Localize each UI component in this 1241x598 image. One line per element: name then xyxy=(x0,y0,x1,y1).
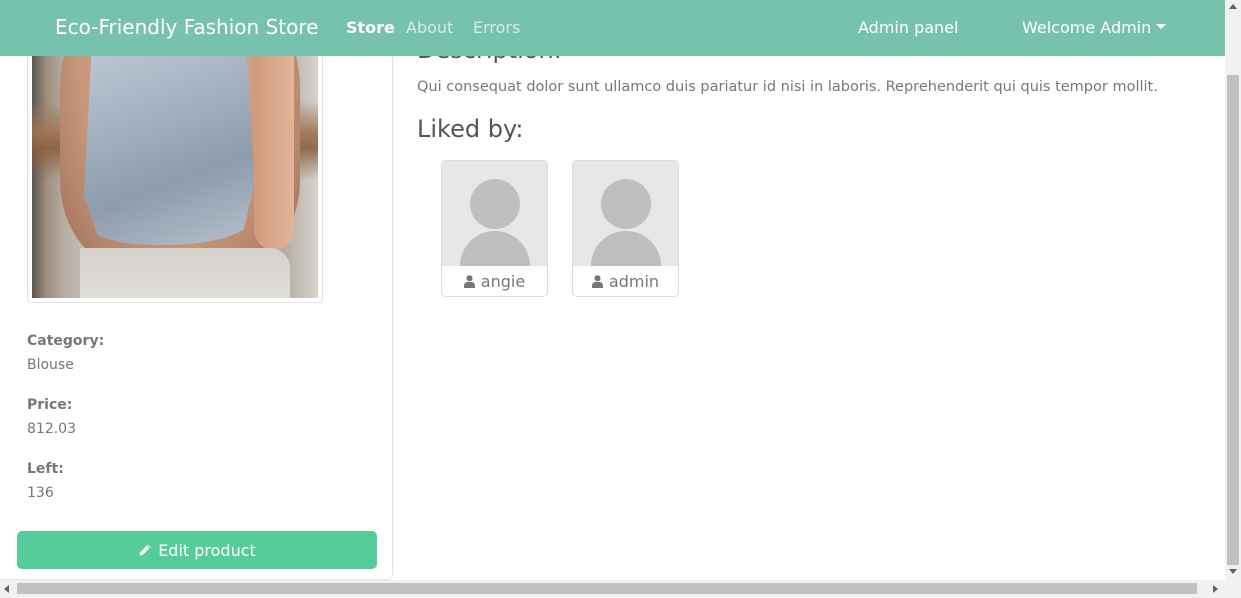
chevron-down-icon xyxy=(1156,24,1167,29)
scroll-up-arrow-icon[interactable] xyxy=(1229,4,1237,9)
edit-product-label: Edit product xyxy=(158,540,256,560)
vertical-scroll-thumb[interactable] xyxy=(1227,75,1239,565)
category-value: Blouse xyxy=(27,357,74,373)
top-navbar: Eco-Friendly Fashion Store Store About E… xyxy=(0,0,1225,56)
pencil-icon xyxy=(139,544,151,556)
liked-user-name: angie xyxy=(480,271,526,291)
liked-user-name-row: angie xyxy=(442,266,547,296)
nav-store[interactable]: Store xyxy=(346,18,395,37)
horizontal-scroll-thumb[interactable] xyxy=(17,583,1197,594)
liked-user-name: admin xyxy=(608,271,660,291)
user-icon xyxy=(591,274,603,288)
liked-user-card[interactable]: admin xyxy=(572,160,679,297)
scroll-right-arrow-icon[interactable] xyxy=(1213,585,1218,593)
nav-errors[interactable]: Errors xyxy=(473,18,520,37)
avatar-placeholder-icon xyxy=(573,161,678,266)
user-dropdown-toggle[interactable]: Welcome Admin xyxy=(1022,18,1167,37)
liked-by-heading: Liked by: xyxy=(417,115,524,143)
welcome-text: Welcome Admin xyxy=(1022,18,1152,37)
vertical-scrollbar[interactable] xyxy=(1225,0,1241,580)
price-value: 812.03 xyxy=(27,421,76,437)
left-label: Left: xyxy=(27,461,64,477)
scroll-down-arrow-icon[interactable] xyxy=(1229,569,1237,574)
horizontal-scrollbar[interactable] xyxy=(0,580,1241,598)
brand-link[interactable]: Eco-Friendly Fashion Store xyxy=(55,15,318,39)
description-text: Qui consequat dolor sunt ullamco duis pa… xyxy=(417,79,1158,95)
liked-user-name-row: admin xyxy=(573,266,678,296)
user-icon xyxy=(463,274,475,288)
avatar-placeholder-icon xyxy=(442,161,547,266)
edit-product-button[interactable]: Edit product xyxy=(17,531,377,569)
scroll-left-arrow-icon[interactable] xyxy=(4,585,9,593)
category-label: Category: xyxy=(27,333,105,349)
left-value: 136 xyxy=(27,485,54,501)
product-sidebar: Category: Blouse Price: 812.03 Left: 136… xyxy=(0,0,393,580)
price-label: Price: xyxy=(27,397,73,413)
nav-admin-panel[interactable]: Admin panel xyxy=(858,18,958,37)
liked-user-card[interactable]: angie xyxy=(441,160,548,297)
nav-about[interactable]: About xyxy=(406,18,453,37)
